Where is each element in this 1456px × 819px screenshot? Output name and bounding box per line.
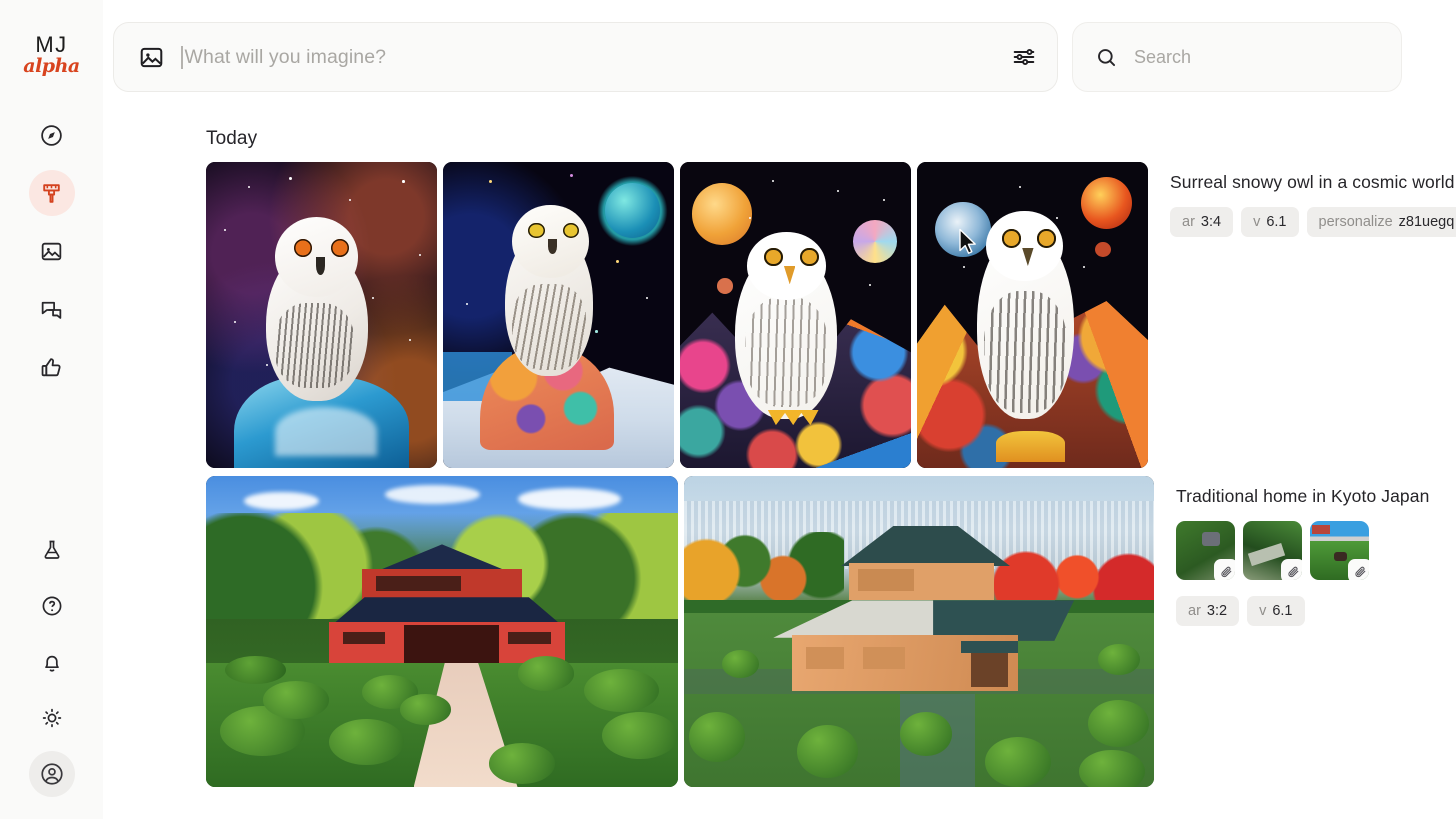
- artwork-owl-painterly: [443, 162, 674, 468]
- image-icon[interactable]: [138, 44, 165, 71]
- sidebar-item-chat[interactable]: [29, 286, 75, 332]
- artwork-kyoto-red-house: [206, 476, 678, 787]
- search-bar[interactable]: Search: [1072, 22, 1402, 92]
- result-title: Traditional home in Kyoto Japan: [1176, 486, 1430, 506]
- reference-thumbnail[interactable]: [1243, 521, 1302, 580]
- pill-value: 6.1: [1266, 214, 1287, 230]
- pill-value: z81uegq: [1398, 214, 1455, 230]
- result-group: Surreal snowy owl in a cosmic world ar 3…: [103, 162, 1456, 468]
- sidebar-secondary-nav: [0, 527, 103, 797]
- result-image[interactable]: [684, 476, 1154, 787]
- top-bar: What will you imagine? Search: [103, 0, 1456, 92]
- prompt-bar[interactable]: What will you imagine?: [113, 22, 1058, 92]
- pill-key: ar: [1182, 214, 1195, 230]
- logo-secondary-text: alpha: [23, 55, 80, 77]
- pill-key: v: [1259, 603, 1267, 619]
- paperclip-icon: [1214, 559, 1235, 580]
- sidebar-item-theme[interactable]: [29, 695, 75, 741]
- pill-key: v: [1253, 214, 1261, 230]
- param-pill-ar[interactable]: ar 3:2: [1176, 596, 1240, 626]
- result-image[interactable]: [443, 162, 674, 468]
- result-image[interactable]: [206, 476, 678, 787]
- sidebar-item-help[interactable]: [29, 583, 75, 629]
- app-logo[interactable]: MJ alpha: [23, 32, 80, 77]
- user-circle-icon: [39, 761, 65, 787]
- logo-primary-text: MJ: [35, 32, 68, 57]
- param-pill-personalize[interactable]: personalize z81uegq: [1306, 207, 1456, 237]
- search-input[interactable]: Search: [1134, 47, 1191, 68]
- text-caret: [181, 45, 183, 69]
- pill-value: 6.1: [1272, 603, 1293, 619]
- artwork-owl-nebula: [206, 162, 437, 468]
- reference-thumbnail[interactable]: [1310, 521, 1369, 580]
- sidebar: MJ alpha: [0, 0, 103, 819]
- chat-bubbles-icon: [39, 297, 64, 322]
- sidebar-item-lab[interactable]: [29, 527, 75, 573]
- sidebar-primary-nav: [28, 112, 75, 390]
- question-circle-icon: [40, 594, 64, 618]
- section-label-today: Today: [206, 128, 258, 149]
- thumbs-up-icon: [39, 355, 64, 380]
- sidebar-item-account[interactable]: [28, 751, 75, 797]
- reference-images: [1176, 521, 1456, 580]
- reference-thumbnail[interactable]: [1176, 521, 1235, 580]
- sidebar-item-rate[interactable]: [29, 344, 75, 390]
- flask-icon: [40, 538, 64, 562]
- pill-key: personalize: [1318, 214, 1393, 230]
- pill-key: ar: [1188, 603, 1201, 619]
- result-image[interactable]: [680, 162, 911, 468]
- paperclip-icon: [1281, 559, 1302, 580]
- param-pill-version[interactable]: v 6.1: [1241, 207, 1299, 237]
- compass-icon: [39, 123, 64, 148]
- parameter-pills: ar 3:2 v 6.1: [1176, 596, 1456, 626]
- paintbrush-icon: [39, 181, 64, 206]
- result-group: Traditional home in Kyoto Japan ar 3:2 v…: [103, 476, 1456, 787]
- prompt-placeholder-text: What will you imagine?: [184, 45, 387, 68]
- param-pill-ar[interactable]: ar 3:4: [1170, 207, 1234, 237]
- param-pill-version[interactable]: v 6.1: [1247, 596, 1305, 626]
- result-image[interactable]: [206, 162, 437, 468]
- sidebar-item-updates[interactable]: [29, 639, 75, 685]
- prompt-input[interactable]: What will you imagine?: [181, 45, 995, 69]
- pill-value: 3:4: [1200, 214, 1222, 230]
- image-grid: [206, 162, 1148, 468]
- image-icon: [39, 239, 64, 264]
- artwork-owl-collage-mountains: [917, 162, 1148, 468]
- paperclip-icon: [1348, 559, 1369, 580]
- sidebar-item-explore[interactable]: [29, 112, 75, 158]
- sliders-icon[interactable]: [1011, 44, 1037, 70]
- result-image[interactable]: [917, 162, 1148, 468]
- main-area: What will you imagine? Search Today Surr…: [103, 0, 1456, 819]
- pill-value: 3:2: [1206, 603, 1228, 619]
- content-scroll-area: Today Surreal snowy owl in a cosmic worl…: [103, 92, 1456, 819]
- search-icon: [1095, 46, 1118, 69]
- image-grid: [206, 476, 1154, 787]
- artwork-kyoto-wood-house: [684, 476, 1154, 787]
- result-metadata: Traditional home in Kyoto Japan ar 3:2 v…: [1154, 476, 1456, 787]
- result-title: Surreal snowy owl in a cosmic world: [1170, 172, 1455, 192]
- result-metadata: Surreal snowy owl in a cosmic world ar 3…: [1148, 162, 1456, 468]
- sidebar-item-gallery[interactable]: [29, 228, 75, 274]
- bell-icon: [40, 650, 64, 674]
- sidebar-item-create[interactable]: [28, 170, 75, 216]
- sun-icon: [40, 706, 64, 730]
- parameter-pills: ar 3:4 v 6.1 personalize z81uegq: [1170, 207, 1456, 237]
- artwork-owl-collage-planets: [680, 162, 911, 468]
